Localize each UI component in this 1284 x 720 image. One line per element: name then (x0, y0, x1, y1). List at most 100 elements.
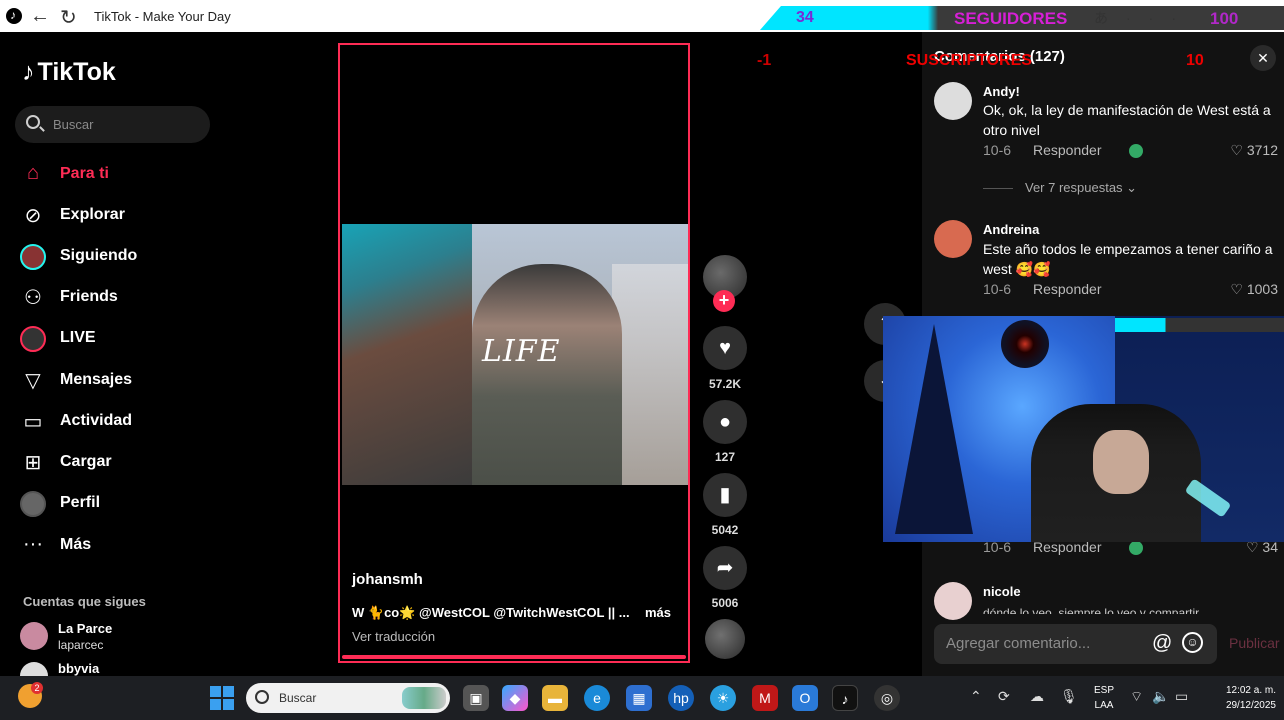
back-arrow-icon[interactable]: ← (30, 5, 50, 28)
wreath-decoration (1001, 320, 1049, 368)
comment-like-button[interactable]: ♡ 1003 (1230, 281, 1278, 298)
task-view-icon[interactable]: ▣ (463, 685, 489, 711)
hp-icon[interactable]: hp (668, 685, 694, 711)
translate-link[interactable]: Ver traducción (352, 629, 435, 644)
wifi-icon[interactable]: ⌔ (1130, 688, 1143, 706)
live-icon (20, 326, 46, 352)
clock[interactable]: 12:02 a. m. 29/12/2025 (1200, 683, 1276, 713)
comment-text: Este año todos le empezamos a tener cari… (983, 241, 1273, 277)
account-username: laparcec (58, 638, 104, 652)
taskbar-search-placeholder: Buscar (279, 691, 317, 705)
comment-meta: 10-6 Responder ♡ 3712 (983, 142, 1278, 162)
save-button[interactable]: ▮ (703, 473, 747, 517)
sidebar-item-mas[interactable]: ··· Más (20, 530, 210, 560)
follow-plus-icon[interactable]: + (713, 290, 735, 312)
sidebar-item-mensajes[interactable]: ▽ Mensajes (20, 365, 210, 395)
tiktok-taskbar-icon[interactable]: ♪ (832, 685, 858, 711)
keyboard-layout: LAA (1094, 700, 1114, 711)
reply-button[interactable]: Responder (1033, 281, 1102, 297)
sidebar-item-friends[interactable]: ⚇ Friends (20, 282, 210, 312)
comment-input[interactable]: Agregar comentario... @ ☺ (934, 624, 1217, 664)
close-icon: ✕ (1257, 50, 1269, 66)
edge-icon[interactable]: e (584, 685, 610, 711)
start-button[interactable] (210, 686, 234, 710)
share-icon: ➦ (716, 557, 734, 579)
search-input[interactable]: Buscar (15, 106, 210, 143)
goal-count: 34 (796, 9, 814, 26)
avatar (20, 662, 48, 676)
mention-icon[interactable]: @ (1152, 632, 1172, 655)
obs-icon[interactable]: ◎ (874, 685, 900, 711)
like-button[interactable]: ♥ (703, 326, 747, 370)
comment-author[interactable]: Andy! (983, 84, 1020, 99)
comment-text: dónde lo veo, siempre lo veo y compartir (983, 606, 1200, 614)
comment-like-button[interactable]: ♡ 3712 (1230, 142, 1278, 159)
heart-outline-icon: ♡ (1230, 142, 1243, 158)
avatar[interactable] (934, 220, 972, 258)
suscriptores-label: SUSCRIPTORES (906, 52, 1032, 69)
emoji-icon[interactable]: ☺ (1182, 632, 1203, 653)
comment-count: 127 (714, 450, 736, 464)
sidebar-item-actividad[interactable]: ▭ Actividad (20, 406, 210, 436)
more-link[interactable]: más (645, 605, 671, 620)
sidebar-item-label: Para ti (60, 165, 109, 182)
store-icon[interactable]: ▦ (626, 685, 652, 711)
comment-button[interactable]: ● (703, 400, 747, 444)
tiktok-logo[interactable]: ♪ TikTok (22, 58, 116, 87)
chevron-up-icon[interactable]: ⌃ (970, 688, 982, 705)
language-code: ESP (1094, 685, 1115, 696)
more-icon: ··· (23, 533, 43, 555)
video-frame-image: LIFE (342, 224, 688, 485)
cloud-icon[interactable]: ☁ (1030, 688, 1044, 705)
mcafee-icon[interactable]: M (752, 685, 778, 711)
video-progress-bar[interactable] (342, 655, 686, 659)
browser-menu-icons[interactable]: あ··· (1094, 8, 1194, 28)
language-indicator[interactable]: ESP LAA (1094, 683, 1114, 713)
close-button[interactable]: ✕ (1250, 45, 1276, 71)
avatar[interactable] (934, 582, 972, 620)
sidebar-item-label: Explorar (60, 206, 125, 223)
taskbar-search[interactable]: Buscar (246, 683, 450, 713)
refresh-icon[interactable]: ↻ (60, 5, 77, 30)
creator-like-icon (1129, 541, 1143, 555)
following-account[interactable]: bbyvia (20, 660, 210, 676)
webcam-overlay (883, 316, 1284, 542)
overlay-neg: -1 (757, 52, 772, 69)
sidebar-item-live[interactable]: LIVE (20, 323, 210, 353)
video-player[interactable]: LIFE johansmh W 🐈co🌟 @WestCOL @TwitchWes… (338, 43, 690, 663)
sidebar-item-perfil[interactable]: Perfil (20, 488, 210, 518)
window-title: TikTok - Make Your Day (94, 9, 231, 24)
comment-author[interactable]: nicole (983, 584, 1021, 599)
sidebar-item-siguiendo[interactable]: Siguiendo (20, 241, 210, 271)
volume-icon[interactable]: 🔈 (1152, 688, 1169, 705)
microphone-icon[interactable]: 🎙 (1060, 688, 1078, 705)
friends-icon: ⚇ (24, 287, 42, 309)
avatar[interactable] (934, 82, 972, 120)
file-explorer-icon[interactable]: ▬ (542, 685, 568, 711)
like-count: 57.2K (708, 377, 742, 391)
sidebar-item-para-ti[interactable]: ⌂ Para ti (20, 159, 210, 189)
share-button[interactable]: ➦ (703, 546, 747, 590)
sidebar-item-cargar[interactable]: ⊞ Cargar (20, 447, 210, 477)
comment-text: Ok, ok, la ley de manifestación de West … (983, 102, 1271, 138)
view-replies-button[interactable]: Ver 7 respuestas ⌄ (983, 180, 1137, 196)
outlook-icon[interactable]: O (792, 685, 818, 711)
music-disc-icon[interactable] (705, 619, 745, 659)
home-icon: ⌂ (26, 162, 40, 184)
comment-placeholder: Agregar comentario... (946, 635, 1091, 652)
battery-icon[interactable]: ▭ (1175, 688, 1188, 705)
post-button[interactable]: Publicar (1229, 635, 1280, 651)
reply-button[interactable]: Responder (1033, 142, 1102, 158)
comment-author[interactable]: Andreina (983, 222, 1039, 237)
sidebar-item-label: Actividad (60, 412, 133, 429)
video-author[interactable]: johansmh (352, 571, 423, 588)
copilot-icon[interactable]: ◆ (502, 685, 528, 711)
sidebar-item-explorar[interactable]: ⊘ Explorar (20, 200, 210, 230)
account-name: bbyvia (58, 661, 100, 676)
seguidores-goal: 100 (1210, 9, 1239, 28)
search-placeholder: Buscar (53, 117, 94, 132)
sync-icon[interactable]: ⟳ (998, 688, 1010, 705)
weather-app-icon[interactable]: ☀ (710, 685, 736, 711)
sidebar-item-label: Más (60, 536, 92, 553)
following-account[interactable]: La Parce laparcec (20, 620, 210, 656)
